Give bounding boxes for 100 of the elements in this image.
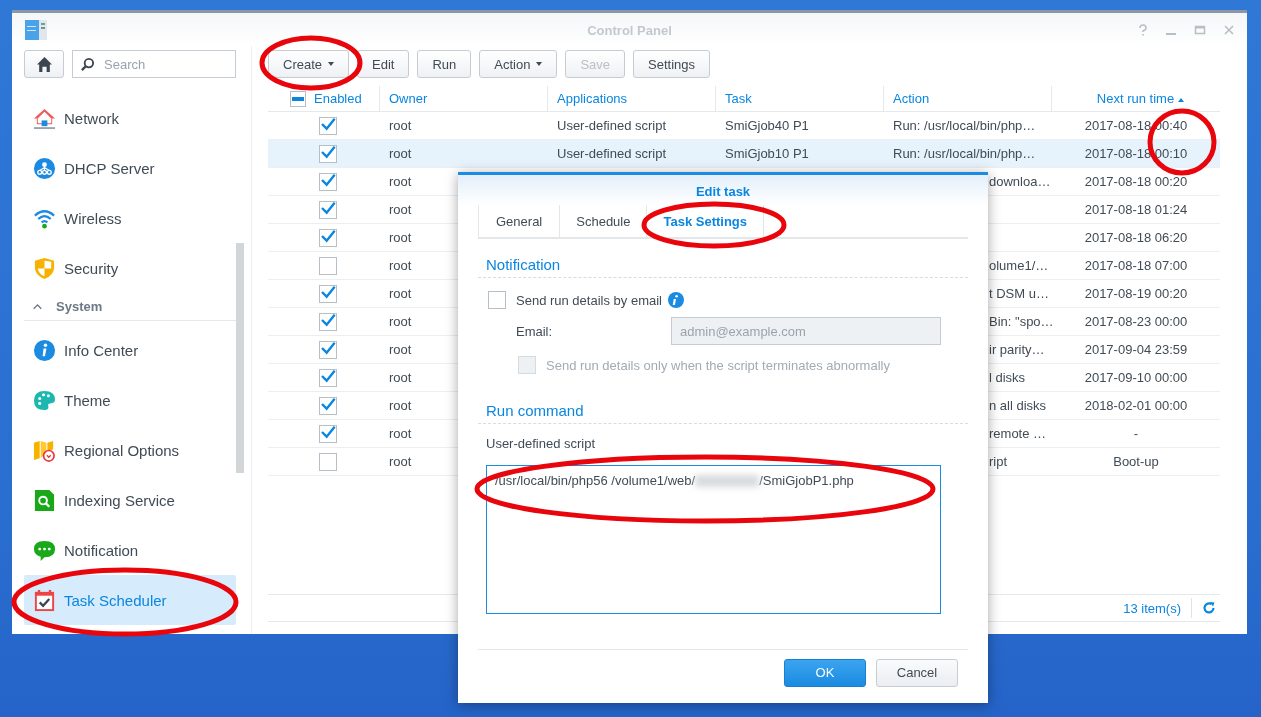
- toolbar-button[interactable]: Run: [417, 50, 472, 78]
- sidebar-item[interactable]: Info Center: [24, 325, 236, 375]
- toolbar-button[interactable]: Action: [479, 50, 558, 78]
- checkbox[interactable]: [290, 90, 306, 107]
- table-cell: root: [389, 370, 412, 385]
- checkbox[interactable]: [319, 144, 337, 163]
- tab[interactable]: Task Settings: [646, 205, 765, 237]
- home-icon: [35, 55, 53, 73]
- table-cell: 2017-09-10 00:00: [1084, 370, 1188, 385]
- table-cell: 2018-02-01 00:00: [1084, 398, 1188, 413]
- table-cell: 2017-09-04 23:59: [1084, 342, 1188, 357]
- sidebar-item[interactable]: Wireless: [24, 193, 236, 243]
- refresh-icon[interactable]: [1202, 601, 1216, 615]
- command-text: /usr/local/bin/php56 /volume1/web/: [495, 473, 696, 488]
- table-cell: ir parity…: [989, 342, 1045, 357]
- checkbox[interactable]: [319, 116, 337, 135]
- checkbox[interactable]: [319, 200, 337, 219]
- table-cell: ript: [989, 454, 1008, 469]
- command-text: /SmiGjobP1.php: [759, 473, 854, 488]
- column-header[interactable]: Task: [725, 91, 752, 106]
- checkbox[interactable]: [319, 340, 337, 359]
- checkbox[interactable]: [488, 291, 506, 309]
- table-cell: 2017-08-19 00:20: [1084, 286, 1188, 301]
- table-cell: remote …: [989, 426, 1047, 441]
- table-cell: Run: /usr/local/bin/php…: [893, 118, 1036, 133]
- checkbox[interactable]: [319, 452, 337, 471]
- info-icon: [33, 338, 56, 362]
- network-nodes-icon: [33, 156, 56, 180]
- checkbox[interactable]: [319, 424, 337, 443]
- home-button[interactable]: [24, 50, 64, 78]
- dialog-button[interactable]: Cancel: [876, 658, 958, 687]
- toolbar-button[interactable]: Settings: [633, 50, 711, 78]
- column-header[interactable]: Action: [893, 91, 930, 106]
- table-cell: root: [389, 314, 412, 329]
- checkbox-label: Send run details only when the script terminates abnormally: [546, 357, 890, 373]
- table-cell: Bin: "spo…: [989, 314, 1052, 329]
- checkbox[interactable]: [319, 228, 337, 247]
- checkbox[interactable]: [319, 256, 337, 275]
- table-cell: root: [389, 342, 412, 357]
- checkbox[interactable]: [319, 284, 337, 303]
- table-cell: root: [389, 202, 412, 217]
- sidebar-item[interactable]: Indexing Service: [24, 475, 236, 525]
- table-cell: Boot-up: [1113, 454, 1159, 469]
- table-cell: n all disks: [989, 398, 1047, 413]
- tab[interactable]: Schedule: [559, 205, 647, 237]
- window-title: Control Panel: [586, 23, 673, 38]
- calendar-check-icon: [33, 588, 56, 612]
- table-cell: 2017-08-18 07:00: [1084, 258, 1188, 273]
- table-cell: -: [1133, 426, 1139, 441]
- table-cell: root: [389, 174, 412, 189]
- scrollbar[interactable]: [236, 243, 244, 473]
- column-header[interactable]: Applications: [557, 91, 628, 106]
- table-cell: root: [389, 454, 412, 469]
- sidebar-item[interactable]: Theme: [24, 375, 236, 425]
- item-count: 13 item(s): [1123, 600, 1181, 616]
- sidebar-item[interactable]: Security: [24, 243, 236, 293]
- table-cell: root: [389, 286, 412, 301]
- table-cell: 2017-08-18 00:20: [1084, 174, 1188, 189]
- column-header[interactable]: Next run time: [1096, 91, 1185, 106]
- checkbox[interactable]: [319, 172, 337, 191]
- toolbar-button[interactable]: Edit: [357, 50, 410, 78]
- table-cell: root: [389, 230, 412, 245]
- table-cell: 2017-08-18 01:24: [1084, 202, 1188, 217]
- script-text-area[interactable]: /usr/local/bin/php56 /volume1/web/ /SmiGjobP1.php: [486, 465, 941, 614]
- table-cell: User-defined script: [557, 118, 667, 133]
- sidebar-item[interactable]: Notification: [24, 525, 236, 575]
- column-header[interactable]: Enabled: [314, 91, 362, 106]
- table-cell: olume1/…: [989, 258, 1049, 273]
- toolbar-button[interactable]: Create: [268, 50, 350, 78]
- sidebar-item[interactable]: Network: [24, 93, 236, 143]
- sidebar-item[interactable]: Regional Options: [24, 425, 236, 475]
- blurred-text: [695, 475, 760, 487]
- column-header[interactable]: Owner: [389, 91, 428, 106]
- table-cell: l disks: [989, 370, 1026, 385]
- checkbox[interactable]: [319, 396, 337, 415]
- dialog-title: Edit task: [695, 184, 751, 200]
- field-label: Email:: [516, 323, 554, 339]
- checkbox-label: Send run details by email: [516, 292, 662, 308]
- table-row[interactable]: root User-defined script SmiGjob10 P1 Run: /usr/local/bin/php… 2017-08-18 00:10: [268, 140, 1220, 168]
- tab[interactable]: General: [478, 205, 560, 237]
- control-panel-icon: [24, 17, 48, 42]
- table-cell: SmiGjob10 P1: [725, 146, 809, 161]
- table-cell: root: [389, 426, 412, 441]
- sidebar-item[interactable]: DHCP Server: [24, 143, 236, 193]
- shield-icon: [33, 256, 56, 280]
- search-field[interactable]: Search: [72, 50, 236, 78]
- table-cell: 2017-08-18 06:20: [1084, 230, 1188, 245]
- table-cell: root: [389, 118, 412, 133]
- section-heading: Notification: [478, 239, 968, 278]
- document-search-icon: [33, 488, 56, 512]
- search-icon: [80, 57, 95, 72]
- table-cell: 2017-08-18 00:10: [1084, 146, 1188, 161]
- checkbox[interactable]: [319, 312, 337, 331]
- map-clock-icon: [33, 438, 56, 462]
- table-cell: SmiGjob40 P1: [725, 118, 809, 133]
- palette-icon: [33, 388, 56, 412]
- checkbox[interactable]: [319, 368, 337, 387]
- info-icon[interactable]: [668, 292, 684, 308]
- table-cell: root: [389, 258, 412, 273]
- table-cell: Run: /usr/local/bin/php…: [893, 146, 1036, 161]
